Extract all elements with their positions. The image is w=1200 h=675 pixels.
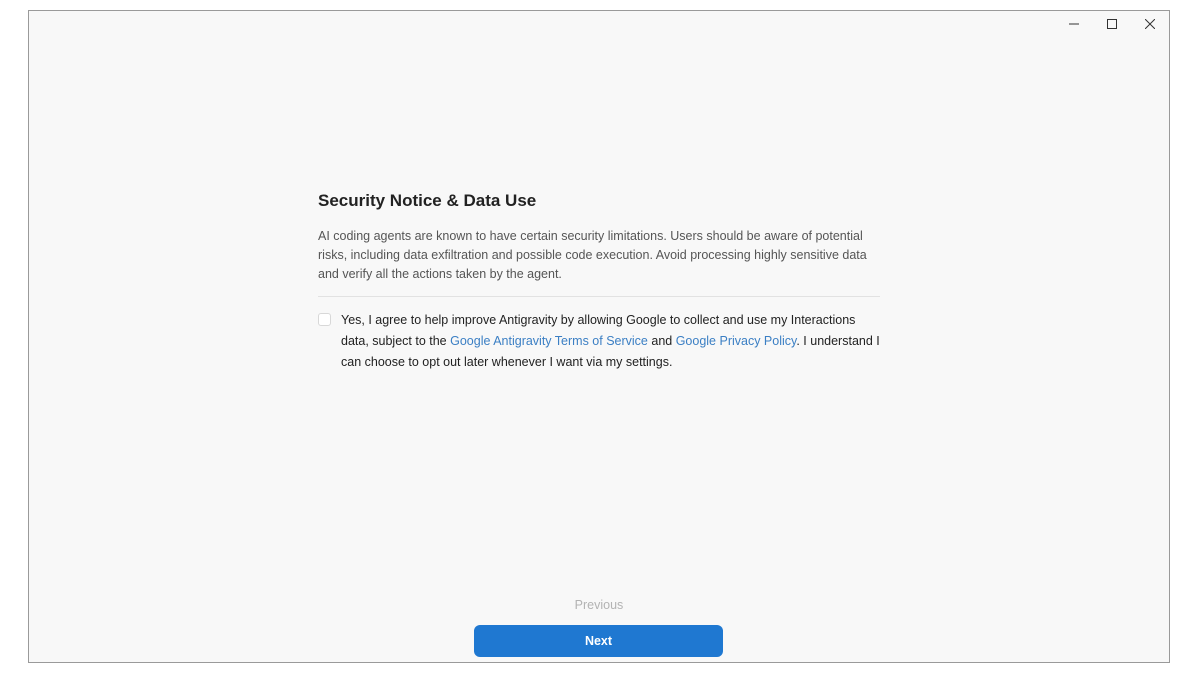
next-button[interactable]: Next — [474, 625, 723, 657]
app-window: Security Notice & Data Use AI coding age… — [28, 10, 1170, 663]
terms-of-service-link[interactable]: Google Antigravity Terms of Service — [450, 334, 648, 348]
consent-text-part2: and — [647, 334, 676, 348]
close-icon — [1145, 19, 1155, 29]
security-notice-text: AI coding agents are known to have certa… — [318, 229, 867, 281]
consent-checkbox[interactable] — [318, 313, 331, 326]
window-controls — [1055, 11, 1169, 37]
minimize-icon — [1069, 23, 1079, 25]
minimize-button[interactable] — [1055, 11, 1093, 37]
maximize-icon — [1107, 19, 1117, 29]
maximize-button[interactable] — [1093, 11, 1131, 37]
consent-text: Yes, I agree to help improve Antigravity… — [341, 310, 880, 373]
close-button[interactable] — [1131, 11, 1169, 37]
previous-button[interactable]: Previous — [29, 598, 1169, 612]
page-title: Security Notice & Data Use — [318, 191, 537, 210]
security-notice-panel: Security Notice & Data Use AI coding age… — [318, 191, 880, 373]
divider — [318, 296, 880, 297]
consent-row: Yes, I agree to help improve Antigravity… — [318, 310, 880, 373]
privacy-policy-link[interactable]: Google Privacy Policy — [676, 334, 797, 348]
